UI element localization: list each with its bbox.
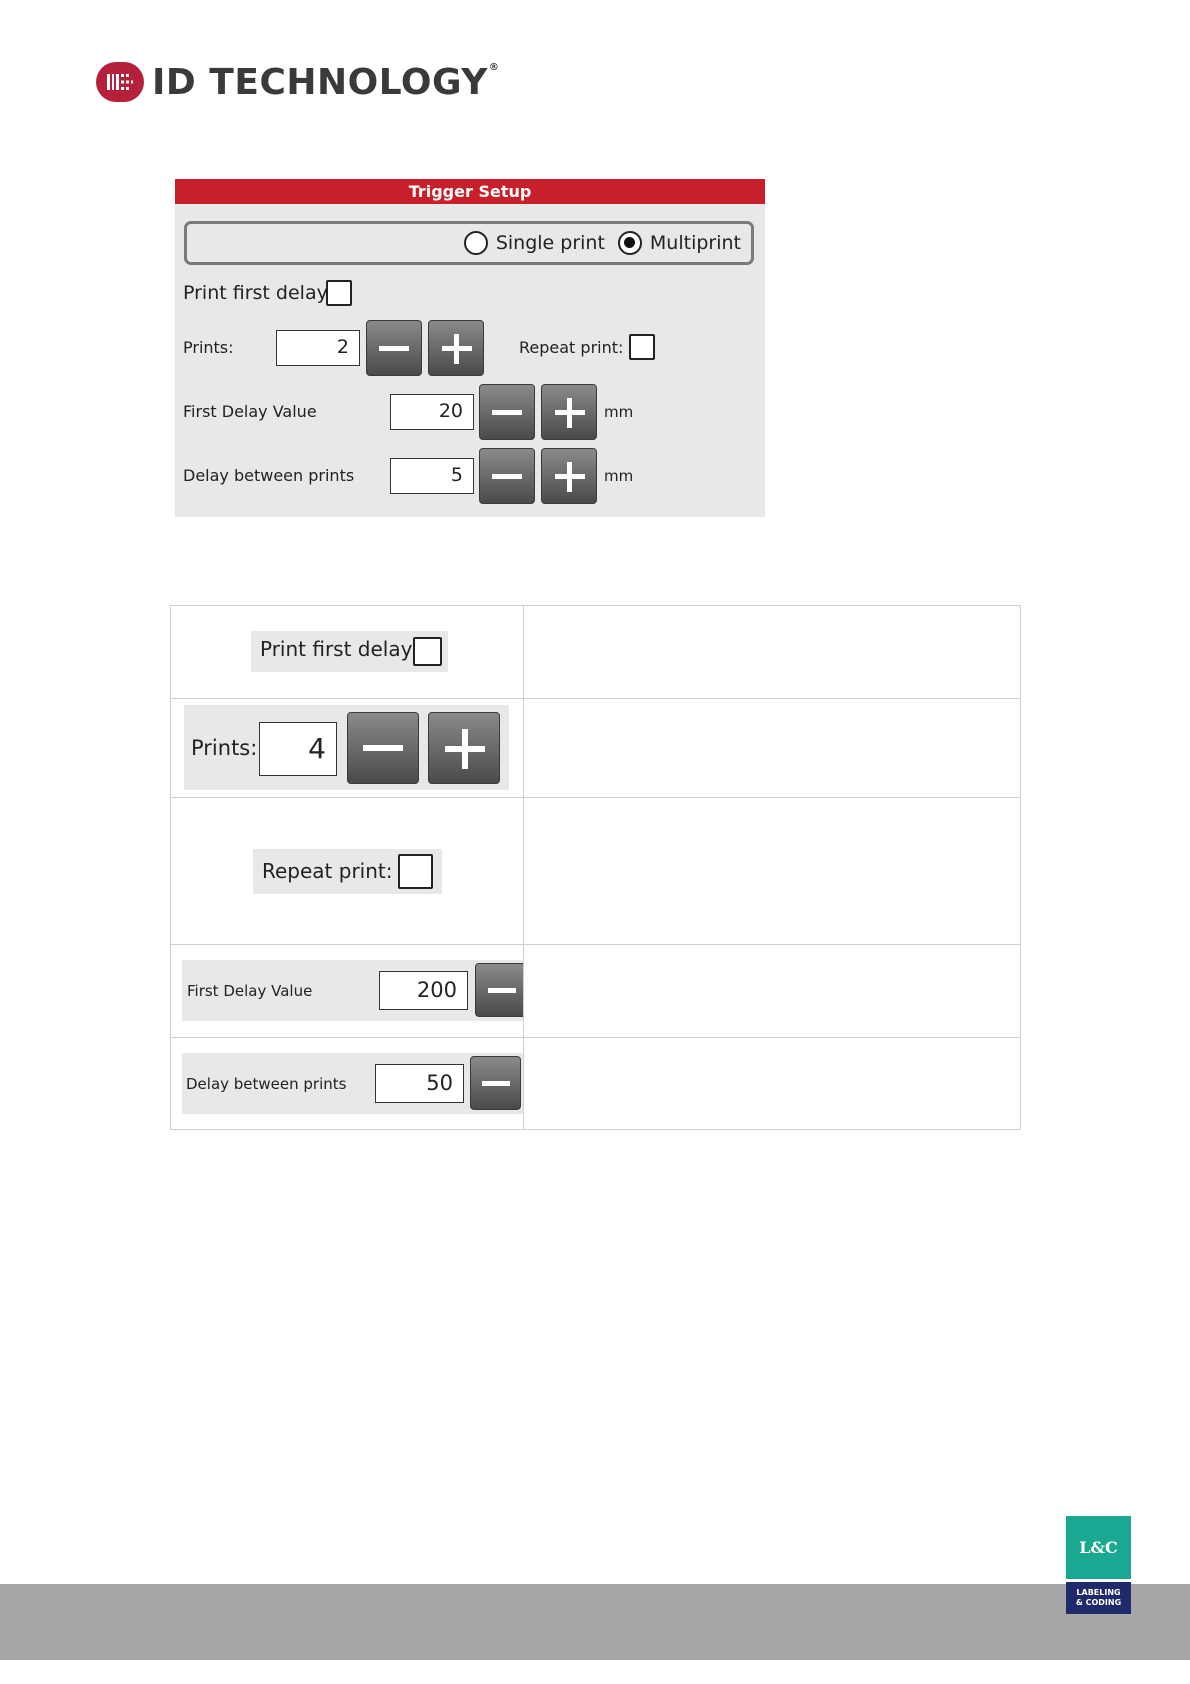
first-delay-label: First Delay Value xyxy=(187,982,313,1000)
logo-wordmark: ID TECHNOLOGY® xyxy=(152,61,500,103)
repeat-print-snippet: Repeat print: xyxy=(253,849,442,894)
print-first-delay-checkbox[interactable] xyxy=(326,280,352,306)
first-delay-increment-button[interactable] xyxy=(541,384,597,440)
prints-label: Prints: xyxy=(191,736,258,760)
minus-icon xyxy=(492,473,522,479)
print-first-delay-label: Print first delay xyxy=(260,637,413,661)
badge-monogram: L&C xyxy=(1066,1516,1131,1579)
table-row: Delay between prints 50 xyxy=(171,1038,1020,1130)
repeat-print-label: Repeat print: xyxy=(519,338,624,357)
settings-description-table: Print first delay Prints: 4 Repeat print… xyxy=(170,605,1021,1130)
prints-increment-button[interactable] xyxy=(428,320,484,376)
delay-between-increment-button[interactable] xyxy=(541,448,597,504)
first-delay-decrement-button[interactable] xyxy=(479,384,535,440)
delay-between-decrement-button[interactable] xyxy=(470,1056,521,1110)
table-row: Prints: 4 xyxy=(171,699,1020,798)
prints-label: Prints: xyxy=(183,338,234,357)
repeat-print-checkbox[interactable] xyxy=(629,334,655,360)
delay-between-input[interactable]: 5 xyxy=(390,458,474,494)
print-first-delay-label: Print first delay xyxy=(183,282,328,304)
prints-decrement-button[interactable] xyxy=(347,712,419,784)
print-first-delay-snippet: Print first delay xyxy=(251,631,448,672)
multiprint-label: Multiprint xyxy=(649,232,741,254)
prints-input[interactable]: 4 xyxy=(259,722,337,776)
table-row: First Delay Value 200 xyxy=(171,945,1020,1038)
prints-decrement-button[interactable] xyxy=(366,320,422,376)
minus-icon xyxy=(481,1080,510,1086)
minus-icon xyxy=(492,409,522,415)
delay-between-label: Delay between prints xyxy=(186,1075,347,1093)
first-delay-label: First Delay Value xyxy=(183,402,317,421)
prints-increment-button[interactable] xyxy=(428,712,500,784)
minus-icon xyxy=(363,745,403,751)
single-print-label: Single print xyxy=(495,232,605,254)
first-delay-unit: mm xyxy=(604,403,634,421)
table-row: Print first delay xyxy=(171,606,1020,699)
badge-caption: LABELING & CODING xyxy=(1066,1582,1131,1614)
single-print-radio[interactable] xyxy=(463,231,488,255)
table-row: Repeat print: xyxy=(171,798,1020,945)
multiprint-radio[interactable] xyxy=(617,231,642,255)
first-delay-input[interactable]: 200 xyxy=(379,971,468,1010)
first-delay-input[interactable]: 20 xyxy=(390,394,474,430)
first-delay-decrement-button[interactable] xyxy=(475,963,523,1017)
print-mode-group: Single print Multiprint xyxy=(184,221,754,265)
delay-between-input[interactable]: 50 xyxy=(375,1064,464,1103)
barcode-logo-icon xyxy=(96,62,144,102)
labeling-coding-badge: L&C LABELING & CODING xyxy=(1066,1516,1131,1614)
delay-between-snippet: Delay between prints 50 xyxy=(182,1053,523,1114)
delay-between-unit: mm xyxy=(604,467,634,485)
trigger-setup-panel: Trigger Setup Single print Multiprint Pr… xyxy=(175,179,765,517)
repeat-print-label: Repeat print: xyxy=(262,859,393,883)
delay-between-label: Delay between prints xyxy=(183,466,355,485)
panel-title: Trigger Setup xyxy=(175,179,765,204)
delay-between-decrement-button[interactable] xyxy=(479,448,535,504)
minus-icon xyxy=(379,345,409,351)
minus-icon xyxy=(488,987,516,993)
prints-snippet: Prints: 4 xyxy=(184,705,509,790)
print-first-delay-checkbox[interactable] xyxy=(413,637,442,666)
company-logo: ID TECHNOLOGY® xyxy=(96,60,499,104)
footer-bar xyxy=(0,1584,1190,1660)
prints-input[interactable]: 2 xyxy=(276,330,360,366)
first-delay-snippet: First Delay Value 200 xyxy=(182,960,523,1021)
repeat-print-checkbox[interactable] xyxy=(398,854,433,889)
